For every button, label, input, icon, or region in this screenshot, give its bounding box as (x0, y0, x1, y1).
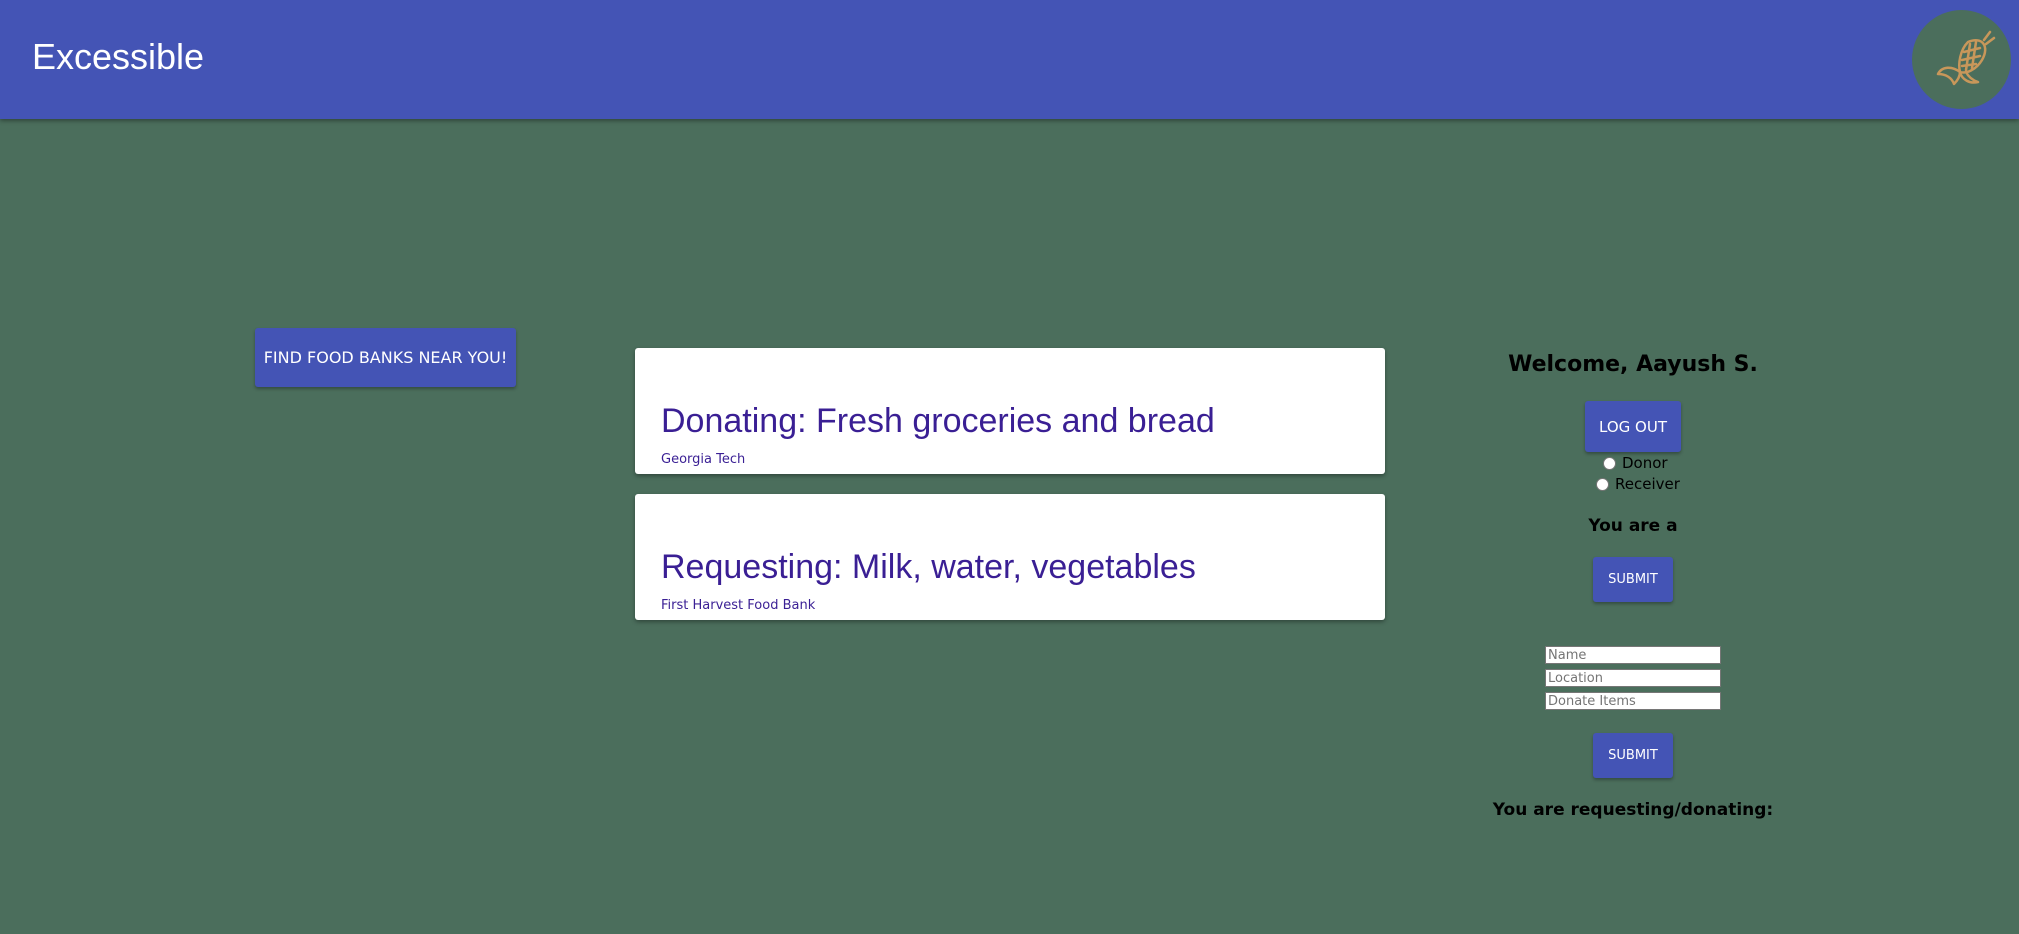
listing-location: First Harvest Food Bank (661, 598, 816, 613)
listing-card[interactable]: Donating: Fresh groceries and bread Geor… (635, 348, 1385, 474)
receiver-radio[interactable] (1596, 477, 1609, 491)
role-option-receiver[interactable]: Receiver (1596, 475, 1680, 493)
listing-submit-button[interactable]: SUBMIT (1593, 733, 1673, 778)
find-food-banks-button[interactable]: FIND FOOD BANKS NEAR YOU! (255, 328, 516, 387)
role-option-donor[interactable]: Donor (1603, 454, 1668, 472)
requesting-donating-status: You are requesting/donating: (1492, 800, 1774, 820)
role-status-text: You are a (1588, 516, 1678, 536)
listing-card[interactable]: Requesting: Milk, water, vegetables Firs… (635, 494, 1385, 620)
listing-title: Requesting: Milk, water, vegetables (661, 548, 1196, 586)
app-bar: Excessible (0, 0, 2019, 119)
listing-title: Donating: Fresh groceries and bread (661, 402, 1215, 440)
welcome-message: Welcome, Aayush S. (1508, 352, 1758, 377)
name-input[interactable] (1545, 646, 1721, 664)
donor-radio-label: Donor (1622, 454, 1668, 472)
donate-items-input[interactable] (1545, 692, 1721, 710)
receiver-radio-label: Receiver (1615, 475, 1680, 493)
role-submit-button[interactable]: SUBMIT (1593, 557, 1673, 602)
listing-location: Georgia Tech (661, 452, 746, 467)
location-input[interactable] (1545, 669, 1721, 687)
app-title: Excessible (32, 36, 205, 77)
corn-icon[interactable] (1912, 10, 2011, 109)
logout-button[interactable]: LOG OUT (1585, 401, 1681, 452)
corn-logo-graphic (1936, 30, 1995, 85)
donor-radio[interactable] (1603, 456, 1616, 470)
